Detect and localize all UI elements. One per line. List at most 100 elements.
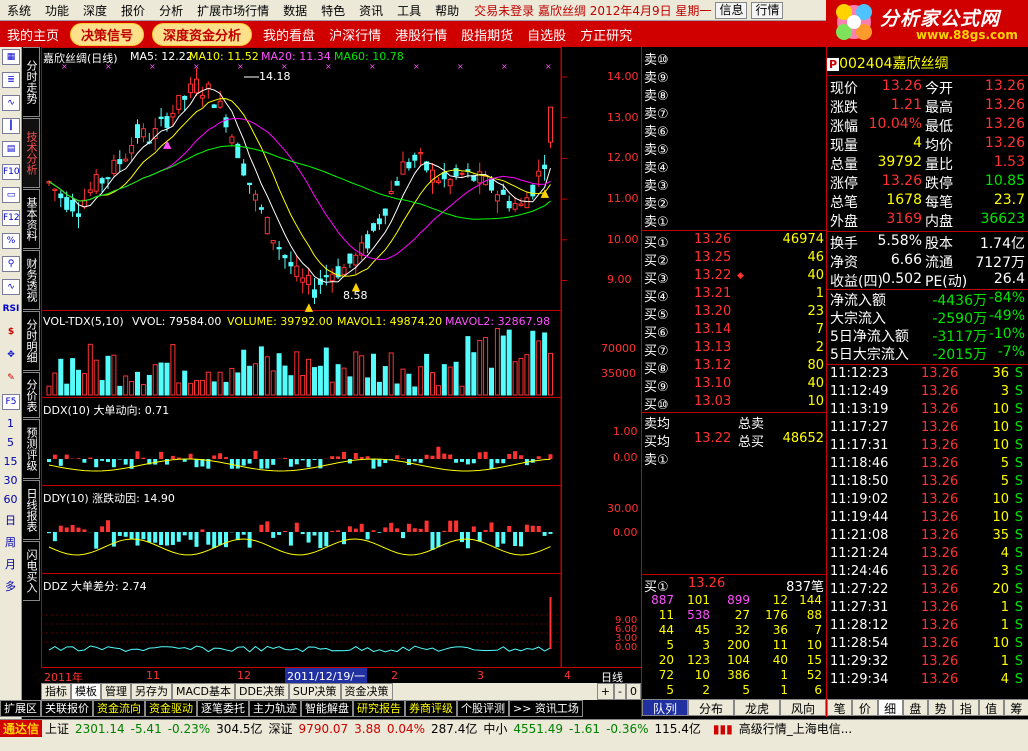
tab-tick-detail[interactable]: 分时明细 bbox=[23, 311, 40, 371]
tab-tick-order[interactable]: 逐笔委托 bbox=[197, 700, 249, 717]
tab-template[interactable]: 模板 bbox=[71, 683, 101, 700]
menu-item-function[interactable]: 功能 bbox=[38, 2, 76, 19]
sell-level-row[interactable]: 卖⑥ bbox=[642, 121, 826, 140]
buy-level-row[interactable]: 买⑨ 13.10 40 bbox=[642, 376, 826, 395]
tab-main-track[interactable]: 主力轨迹 bbox=[249, 700, 301, 717]
menu-item-analysis[interactable]: 分析 bbox=[152, 2, 190, 19]
buy-level-row[interactable]: 买① 13.26 46974 bbox=[642, 232, 826, 251]
move-icon[interactable]: ✥ bbox=[2, 348, 20, 364]
nav-hk[interactable]: 港股行情 bbox=[388, 25, 454, 44]
sell-level-row[interactable]: 卖③ bbox=[642, 175, 826, 194]
tab-broker-rating[interactable]: 券商评级 bbox=[405, 700, 457, 717]
tab-indicator[interactable]: 指标 bbox=[41, 683, 71, 700]
brand-label[interactable]: 通达信 bbox=[0, 720, 43, 737]
tab-intraday[interactable]: 分时走势 bbox=[23, 47, 40, 117]
sell-level-row[interactable]: 卖⑦ bbox=[642, 103, 826, 122]
pen-icon[interactable]: ✎ bbox=[2, 371, 20, 387]
rsi-icon[interactable]: RSI bbox=[2, 302, 20, 318]
tab-basic-info[interactable]: 基本资料 bbox=[23, 189, 40, 249]
sell-level-row[interactable]: 卖⑧ bbox=[642, 85, 826, 104]
deep-capital-analysis-button[interactable]: 深度资金分析 bbox=[152, 22, 253, 46]
f10-icon[interactable]: F10 bbox=[2, 164, 20, 180]
book-tab[interactable]: 龙虎 bbox=[734, 699, 780, 716]
kline-chart-area[interactable]: ▲ ▲ ▲ ▲ × × × × × × × × × × × × 嘉欣丝绸(日线) MA5: 12.22 MA1… bbox=[41, 47, 641, 684]
tab-save-as[interactable]: 另存为 bbox=[131, 683, 172, 700]
tab-macd[interactable]: MACD基本 bbox=[172, 683, 235, 700]
grid-icon[interactable]: ▦ bbox=[2, 49, 20, 65]
zoom-reset-button[interactable]: 0 bbox=[626, 683, 641, 700]
period-multi[interactable]: 多 bbox=[0, 578, 21, 594]
tab-flash-buy[interactable]: 闪电买入 bbox=[23, 541, 40, 601]
period-15min[interactable]: 15 bbox=[0, 455, 21, 468]
decision-signal-button[interactable]: 决策信号 bbox=[70, 22, 145, 46]
doc-icon[interactable]: ▭ bbox=[2, 187, 20, 203]
buy-level-row[interactable]: 买⑧ 13.12 80 bbox=[642, 358, 826, 377]
buy-level-row[interactable]: 买③ 13.22 40 ◆ bbox=[642, 268, 826, 287]
sell-level-row[interactable]: 卖⑤ bbox=[642, 139, 826, 158]
f5-icon[interactable]: F5 bbox=[2, 394, 20, 410]
tab-sup[interactable]: SUP决策 bbox=[288, 683, 341, 700]
nav-my-board[interactable]: 我的看盘 bbox=[256, 25, 322, 44]
quote-tab[interactable]: 指 bbox=[953, 699, 979, 716]
table-icon[interactable]: ▤ bbox=[2, 141, 20, 157]
tab-related-quote[interactable]: 关联报价 bbox=[41, 700, 93, 717]
tab-capital-flow[interactable]: 资金流向 bbox=[93, 700, 145, 717]
tab-ext-area[interactable]: 扩展区 bbox=[0, 700, 41, 717]
tab-capital[interactable]: 资金决策 bbox=[340, 683, 393, 700]
menu-item-data[interactable]: 数据 bbox=[276, 2, 314, 19]
quote-tab[interactable]: 盘 bbox=[902, 699, 928, 716]
quote-tab[interactable]: 筹 bbox=[1003, 699, 1028, 716]
quote-tab[interactable]: 价 bbox=[852, 699, 878, 716]
sell-level-row[interactable]: 卖⑨ bbox=[642, 67, 826, 86]
sell-level-row[interactable]: 卖④ bbox=[642, 157, 826, 176]
menu-item-depth[interactable]: 深度 bbox=[76, 2, 114, 19]
menu-item-tools[interactable]: 工具 bbox=[390, 2, 428, 19]
list-icon[interactable]: ≣ bbox=[2, 72, 20, 88]
quote-tab[interactable]: 笔 bbox=[827, 699, 853, 716]
nav-shsz[interactable]: 沪深行情 bbox=[322, 25, 388, 44]
tab-daily-report[interactable]: 日线报表 bbox=[23, 480, 40, 540]
tab-manage[interactable]: 管理 bbox=[101, 683, 131, 700]
tab-research-report[interactable]: 研究报告 bbox=[353, 700, 405, 717]
period-month[interactable]: 月 bbox=[0, 556, 21, 572]
tab-financial[interactable]: 财务透视 bbox=[23, 250, 40, 310]
tab-smart-analysis[interactable]: 智能解盘 bbox=[301, 700, 353, 717]
buy-level-row[interactable]: 买② 13.25 46 bbox=[642, 250, 826, 269]
calc-icon[interactable]: % bbox=[2, 233, 20, 249]
sell-level-row[interactable]: 卖⑩ bbox=[642, 49, 826, 68]
quote-button[interactable]: 行情 bbox=[751, 1, 784, 19]
menu-item-info[interactable]: 资讯 bbox=[352, 2, 390, 19]
book-tab[interactable]: 风向 bbox=[780, 699, 826, 716]
tab-tech-analysis[interactable]: 技术分析 bbox=[23, 118, 40, 188]
period-week[interactable]: 周 bbox=[0, 534, 21, 550]
dollar-icon[interactable]: $ bbox=[2, 325, 20, 341]
zoom-in-button[interactable]: + bbox=[596, 683, 615, 700]
info-button[interactable]: 信息 bbox=[715, 1, 748, 19]
period-30min[interactable]: 30 bbox=[0, 474, 21, 487]
menu-item-quote[interactable]: 报价 bbox=[114, 2, 152, 19]
book-tab[interactable]: 队列 bbox=[642, 699, 688, 716]
search-icon[interactable]: ⚲ bbox=[2, 256, 20, 272]
sell-level-row[interactable]: 卖① bbox=[642, 211, 826, 230]
candle-icon[interactable]: ┃ bbox=[2, 118, 20, 134]
buy-level-row[interactable]: 买⑦ 13.13 2 bbox=[642, 340, 826, 359]
buy-level-row[interactable]: 买⑥ 13.14 7 bbox=[642, 322, 826, 341]
server-label[interactable]: 高级行情_上海电信... bbox=[736, 720, 855, 737]
menu-item-ext-market[interactable]: 扩展市场行情 bbox=[190, 2, 276, 19]
period-5min[interactable]: 5 bbox=[0, 436, 21, 449]
sell-level-row[interactable]: 卖② bbox=[642, 193, 826, 212]
nav-research[interactable]: 方正研究 bbox=[573, 25, 639, 44]
period-60min[interactable]: 60 bbox=[0, 493, 21, 506]
tab-price-table[interactable]: 分价表 bbox=[23, 372, 40, 418]
line-chart-icon[interactable]: ∿ bbox=[2, 95, 20, 111]
nav-home[interactable]: 我的主页 bbox=[0, 25, 66, 44]
period-1min[interactable]: 1 bbox=[0, 417, 21, 430]
indicator-icon[interactable]: ∿ bbox=[2, 279, 20, 295]
buy-level-row[interactable]: 买⑩ 13.03 10 bbox=[642, 394, 826, 413]
menu-item-help[interactable]: 帮助 bbox=[428, 2, 466, 19]
tab-rating[interactable]: 预测评级 bbox=[23, 419, 40, 479]
zoom-out-button[interactable]: - bbox=[614, 683, 626, 700]
f12-icon[interactable]: F12 bbox=[2, 210, 20, 226]
menu-item-system[interactable]: 系统 bbox=[0, 2, 38, 19]
book-tab[interactable]: 分布 bbox=[688, 699, 734, 716]
